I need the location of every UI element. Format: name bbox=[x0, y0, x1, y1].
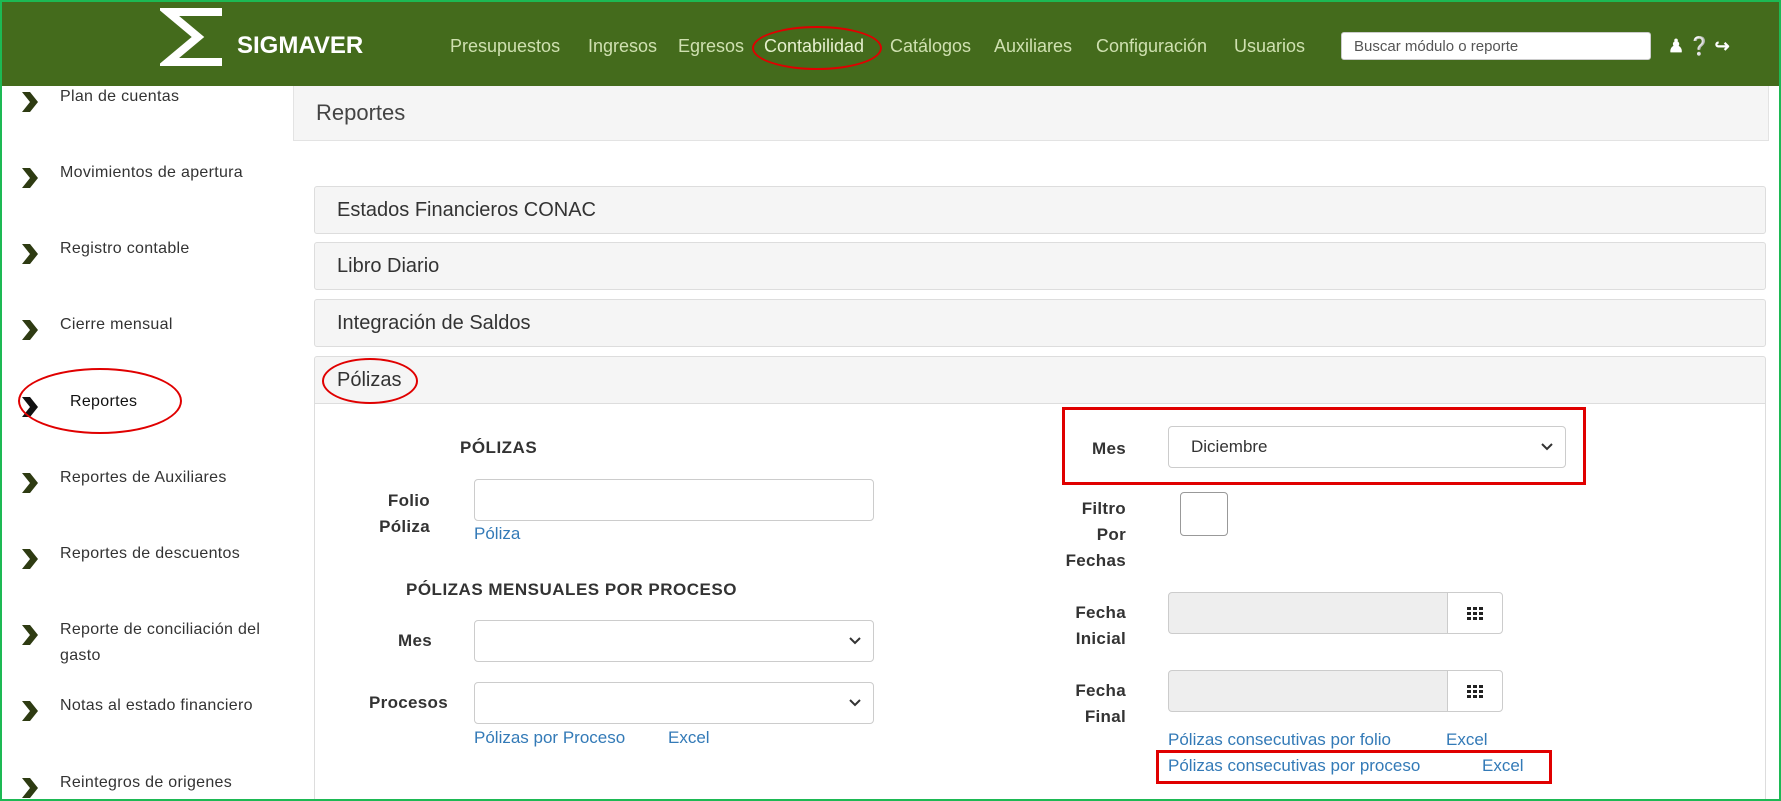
page-title: Reportes bbox=[316, 100, 406, 125]
calendar-grid-icon bbox=[1467, 685, 1483, 698]
mes-right-select[interactable]: Diciembre bbox=[1168, 426, 1566, 468]
procesos-label: Procesos bbox=[369, 693, 448, 712]
nav-item-catalogos[interactable]: Catálogos bbox=[890, 36, 971, 57]
sidebar-item-label: Reportes de Auxiliares bbox=[60, 469, 227, 486]
mes-right-label: Mes bbox=[1092, 439, 1126, 458]
chevron-right-icon bbox=[22, 244, 38, 264]
sigma-logo-icon bbox=[160, 8, 222, 66]
nav-item-auxiliares[interactable]: Auxiliares bbox=[994, 36, 1072, 57]
accordion-estados-financieros[interactable]: Estados Financieros CONAC bbox=[314, 186, 1766, 234]
folio-poliza-input[interactable] bbox=[474, 479, 874, 521]
nav-item-usuarios[interactable]: Usuarios bbox=[1234, 36, 1305, 57]
sidebar-item-label: Cierre mensual bbox=[60, 316, 173, 333]
sidebar-item-label: Registro contable bbox=[60, 240, 190, 257]
fecha-final-line1: Fecha bbox=[1075, 681, 1126, 700]
sidebar-item-label: Reintegros de origenes bbox=[60, 774, 233, 791]
nav-item-egresos[interactable]: Egresos bbox=[678, 36, 744, 57]
search-input[interactable] bbox=[1341, 32, 1651, 60]
sidebar-item-label: Reporte de conciliación del gasto bbox=[60, 621, 261, 664]
user-icon[interactable]: ♟ bbox=[1668, 36, 1688, 56]
chevron-right-icon bbox=[22, 778, 38, 798]
accordion-title: Estados Financieros CONAC bbox=[337, 199, 596, 221]
fecha-final-label: Fecha Final bbox=[1040, 678, 1126, 730]
polizas-header: PÓLIZAS bbox=[460, 438, 538, 457]
filtro-label-line3: Fechas bbox=[1065, 551, 1126, 570]
accordion-libro-diario[interactable]: Libro Diario bbox=[314, 242, 1766, 290]
mes-right-select-value: Diciembre bbox=[1191, 437, 1268, 456]
top-navbar: SIGMAVER Presupuestos Ingresos Egresos C… bbox=[2, 2, 1779, 86]
mes-select[interactable] bbox=[474, 620, 874, 662]
calendar-grid-icon bbox=[1467, 607, 1483, 620]
fecha-final-line2: Final bbox=[1084, 707, 1126, 726]
filtro-por-fechas-label: Filtro Por Fechas bbox=[1040, 496, 1126, 574]
polizas-consecutivas-proceso-excel-link[interactable]: Excel bbox=[1482, 756, 1524, 776]
chevron-right-icon bbox=[22, 625, 38, 645]
chevron-down-icon bbox=[849, 637, 861, 645]
sidebar-item-label: Movimientos de apertura bbox=[60, 164, 243, 181]
folio-label-line2: Póliza bbox=[379, 517, 430, 536]
chevron-right-icon bbox=[22, 473, 38, 493]
sidebar-item-label: Reportes de descuentos bbox=[60, 545, 241, 562]
chevron-right-icon bbox=[22, 168, 38, 188]
fecha-inicial-line2: Inicial bbox=[1075, 629, 1126, 648]
chevron-right-icon bbox=[22, 701, 38, 721]
mes-label: Mes bbox=[398, 631, 432, 650]
accordion-title: Libro Diario bbox=[337, 255, 440, 277]
chevron-down-icon bbox=[1541, 443, 1553, 451]
logout-icon[interactable]: ↪ bbox=[1715, 36, 1734, 56]
accordion-integracion-saldos[interactable]: Integración de Saldos bbox=[314, 299, 1766, 347]
sidebar-item-label: Reportes bbox=[70, 393, 138, 410]
accordion-title: Integración de Saldos bbox=[337, 312, 531, 334]
filtro-label-line1: Filtro bbox=[1081, 499, 1126, 518]
fecha-final-calendar-button[interactable] bbox=[1447, 670, 1503, 712]
nav-item-contabilidad[interactable]: Contabilidad bbox=[764, 36, 864, 57]
procesos-select[interactable] bbox=[474, 682, 874, 724]
fecha-inicial-input[interactable] bbox=[1168, 592, 1448, 634]
nav-item-presupuestos[interactable]: Presupuestos bbox=[450, 36, 560, 57]
fecha-inicial-line1: Fecha bbox=[1075, 603, 1126, 622]
polizas-por-proceso-excel-link[interactable]: Excel bbox=[668, 728, 710, 748]
folio-label-line1: Folio bbox=[387, 491, 430, 510]
fecha-inicial-label: Fecha Inicial bbox=[1040, 600, 1126, 652]
poliza-link[interactable]: Póliza bbox=[474, 524, 520, 544]
sidebar-item-label: Notas al estado financiero bbox=[60, 697, 253, 714]
accordion-title: Pólizas bbox=[337, 369, 402, 391]
nav-item-ingresos[interactable]: Ingresos bbox=[588, 36, 657, 57]
polizas-consecutivas-folio-excel-link[interactable]: Excel bbox=[1446, 730, 1488, 750]
polizas-por-proceso-link[interactable]: Pólizas por Proceso bbox=[474, 728, 625, 748]
navbar-icons: ♟❔↪ bbox=[1668, 36, 1734, 57]
polizas-mensuales-header: PÓLIZAS MENSUALES POR PROCESO bbox=[406, 580, 737, 599]
folio-poliza-label: Folio Póliza bbox=[364, 488, 430, 540]
page-header: Reportes bbox=[293, 86, 1769, 141]
fecha-inicial-calendar-button[interactable] bbox=[1447, 592, 1503, 634]
chevron-right-icon bbox=[22, 549, 38, 569]
nav-item-configuracion[interactable]: Configuración bbox=[1096, 36, 1207, 57]
polizas-consecutivas-folio-link[interactable]: Pólizas consecutivas por folio bbox=[1168, 730, 1391, 750]
chevron-right-icon bbox=[22, 397, 38, 417]
chevron-right-icon bbox=[22, 320, 38, 340]
filtro-por-fechas-checkbox[interactable] bbox=[1180, 492, 1228, 536]
chevron-down-icon bbox=[849, 699, 861, 707]
filtro-label-line2: Por bbox=[1096, 525, 1126, 544]
accordion-polizas[interactable]: Pólizas bbox=[314, 356, 1766, 404]
help-icon[interactable]: ❔ bbox=[1688, 36, 1714, 56]
sidebar-item-label: Plan de cuentas bbox=[60, 88, 180, 105]
polizas-consecutivas-proceso-link[interactable]: Pólizas consecutivas por proceso bbox=[1168, 756, 1420, 776]
fecha-final-input[interactable] bbox=[1168, 670, 1448, 712]
chevron-right-icon bbox=[22, 92, 38, 112]
brand-name[interactable]: SIGMAVER bbox=[237, 32, 363, 60]
